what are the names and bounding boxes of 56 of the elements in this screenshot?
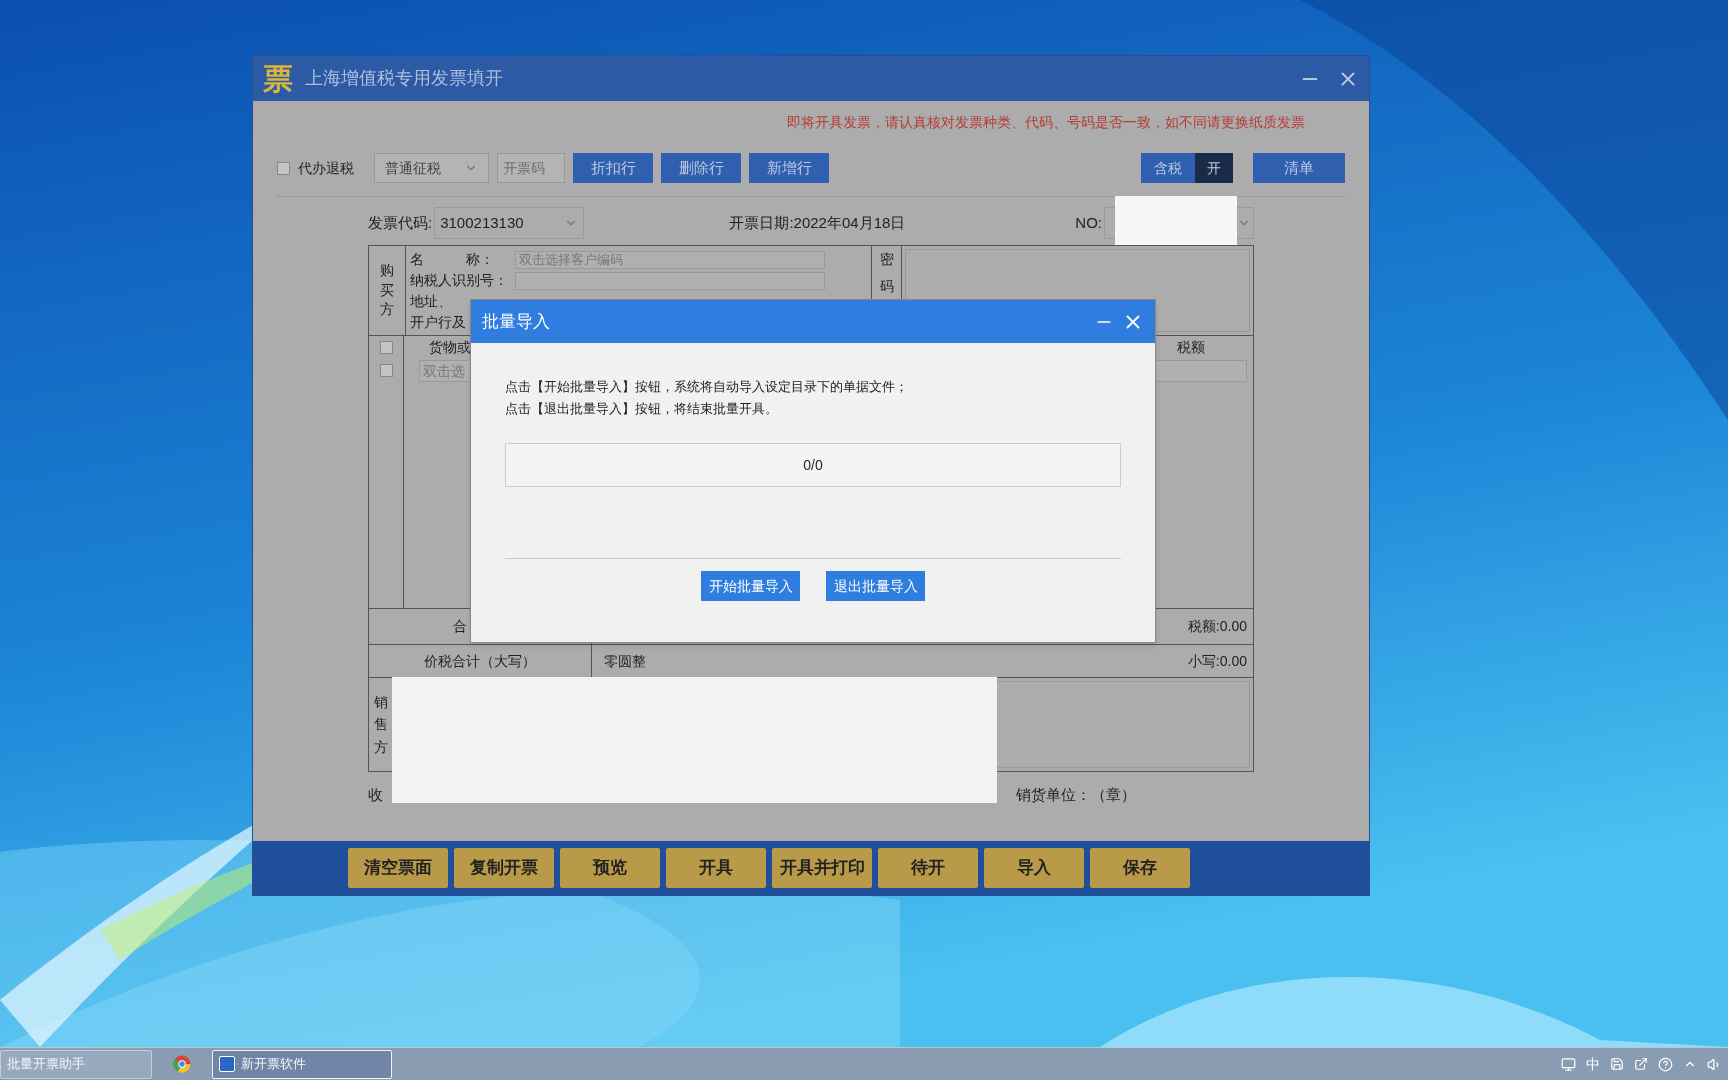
action-button[interactable]: 开具 xyxy=(666,848,766,888)
toggle-state: 开 xyxy=(1195,153,1233,183)
help-icon xyxy=(1658,1056,1673,1072)
seal-label: 销货单位：（章） xyxy=(1016,784,1136,805)
tax-mode-select[interactable]: 普通征税 xyxy=(374,153,489,183)
dialog-button[interactable]: 退出批量导入 xyxy=(826,571,925,601)
checkbox-label: 代办退税 xyxy=(298,158,354,178)
seller-label: 销售方 xyxy=(373,692,388,757)
progress-text: 0/0 xyxy=(803,455,823,475)
invoice-date: 开票日期:2022年04月18日 xyxy=(729,212,906,233)
action-button[interactable]: 复制开票 xyxy=(454,848,554,888)
amount-in-words: 零圆整 xyxy=(604,651,646,671)
action-button[interactable]: 预览 xyxy=(560,848,660,888)
round-browser-icon xyxy=(173,1055,191,1073)
cipher-label: 密码 xyxy=(879,250,894,296)
dialog-title: 批量导入 xyxy=(482,310,550,333)
buyer-label: 购买方 xyxy=(380,261,394,320)
action-button[interactable]: 待开 xyxy=(878,848,978,888)
monitor-icon xyxy=(1561,1056,1576,1072)
notice-text: 即将开具发票，请认真核对发票种类、代码、号码是否一致，如不同请更换纸质发票 xyxy=(787,113,1305,132)
field-label: 地址、 xyxy=(410,292,452,311)
action-button[interactable]: 清空票面 xyxy=(348,848,448,888)
field-label: 开户行及 xyxy=(410,313,466,332)
action-button[interactable]: 开具并打印 xyxy=(772,848,872,888)
app-icon xyxy=(219,1056,235,1072)
window-title: 上海增值税专用发票填开 xyxy=(305,67,503,90)
app-logo: 票 xyxy=(263,63,293,94)
payee-label: 收 xyxy=(368,784,383,805)
checkbox[interactable] xyxy=(379,364,393,377)
checkbox[interactable] xyxy=(277,161,290,175)
action-button[interactable]: 导入 xyxy=(984,848,1084,888)
toolbar-button[interactable]: 删除行 xyxy=(661,153,741,183)
grand-total-label: 价税合计（大写） xyxy=(424,651,536,671)
code-label: 发票代码: xyxy=(368,212,433,233)
external-link-icon xyxy=(1634,1057,1648,1071)
invoice-code-field[interactable]: 开票码 xyxy=(497,153,565,183)
tax-toggle[interactable]: 含税 开 xyxy=(1141,153,1233,183)
toolbar-button[interactable]: 折扣行 xyxy=(573,153,653,183)
instruction-text: 点击【开始批量导入】按钮，系统将自动导入设定目录下的单据文件； xyxy=(505,378,909,396)
amount-in-figures: 小写:0.00 xyxy=(1187,651,1247,671)
total-tax: 税额:0.00 xyxy=(1187,617,1247,636)
toggle-label: 含税 xyxy=(1141,153,1195,183)
taskbar-button[interactable]: 新开票软件 xyxy=(212,1049,392,1079)
dialog-button[interactable]: 开始批量导入 xyxy=(701,571,800,601)
column-header: 货物或 xyxy=(429,337,471,357)
column-header: 税额 xyxy=(1177,337,1205,357)
instruction-text: 点击【退出批量导入】按钮，将结束批量开具。 xyxy=(505,400,779,418)
invoice-code-select[interactable]: 3100213130 xyxy=(434,207,585,239)
field-label: 名 称： xyxy=(410,250,494,269)
total-label: 合 xyxy=(453,617,467,636)
checkbox[interactable] xyxy=(379,341,393,354)
field-label: 纳税人识别号： xyxy=(410,271,508,290)
action-button[interactable]: 保存 xyxy=(1090,848,1190,888)
list-button[interactable]: 清单 xyxy=(1253,153,1345,183)
toolbar-button[interactable]: 新增行 xyxy=(749,153,829,183)
number-label: NO: xyxy=(1075,212,1102,233)
